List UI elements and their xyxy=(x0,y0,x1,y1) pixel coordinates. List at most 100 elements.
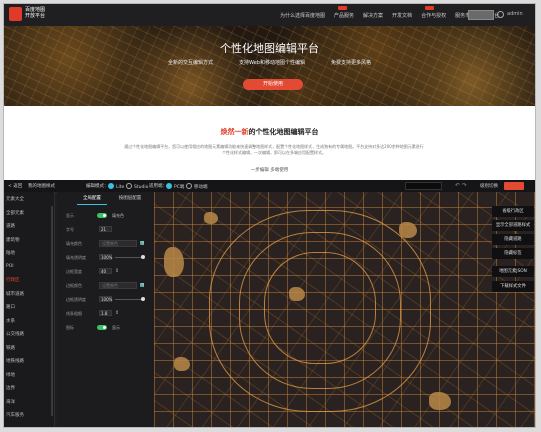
hero-city-texture xyxy=(4,26,535,106)
sidebar-item[interactable]: 道路 xyxy=(6,223,15,229)
nav-item-authorization[interactable]: 合作与授权 xyxy=(421,5,446,19)
screenshot-frame: 百度地图 开放平台 为什么选择百度地图 产品服务 解决方案 开发文档 合作与授权… xyxy=(3,3,536,428)
sidebar-item[interactable]: 地铁线路 xyxy=(6,358,24,364)
platform-mobile-label: 移动端 xyxy=(194,185,208,190)
logo-icon[interactable] xyxy=(9,7,22,21)
platform-label: 适用端： xyxy=(149,184,167,189)
intro-title-rest: 的个性化地图编辑平台 xyxy=(248,128,319,136)
map-menu-item[interactable]: 隐藏道路 xyxy=(492,234,534,245)
nav-menu: 为什么选择百度地图 产品服务 解决方案 开发文档 合作与授权 服务市场 控制台 xyxy=(280,4,499,26)
map-menu-item[interactable]: 隐藏标签 xyxy=(492,248,534,259)
element-sidebar: 元素大全全部元素道路建筑物陆地 POI 行政区城市道路路口水系公交线路铁路地铁线路绿… xyxy=(4,192,55,427)
stepper-icon[interactable]: ⇕ xyxy=(115,268,119,274)
json-button[interactable]: 地图元素JSON xyxy=(492,266,534,277)
map-editor: < 返回 我的地图样式 编辑模式： Lite Studio 适用端： PC端 移… xyxy=(4,180,535,427)
label-toggle-state: 显示 xyxy=(112,325,120,330)
fill-color-input[interactable]: 设置颜色 xyxy=(99,240,137,247)
intro-paragraph: 通过个性化地图编辑平台，您可以使用相应的地图元素编辑功能来快速调整地图样式，配置… xyxy=(124,144,424,155)
mode-studio-option[interactable]: Studio xyxy=(126,183,148,190)
search-input[interactable] xyxy=(468,10,494,20)
style-name: 我的地图样式 xyxy=(28,184,55,189)
label-toggle[interactable] xyxy=(97,325,107,330)
sidebar-item[interactable]: 行政区 xyxy=(6,277,20,283)
sidebar-item[interactable]: 海洋 xyxy=(6,399,15,405)
stroke-width-input[interactable]: 40 xyxy=(99,268,112,274)
map-style-menu: 省级行政区 显示全部道路样式 隐藏道路 隐藏标签 xyxy=(492,206,535,262)
sidebar-scrollbar[interactable] xyxy=(51,206,53,416)
sidebar-item[interactable]: 绿地 xyxy=(6,372,15,378)
map-canvas[interactable]: 省级行政区 显示全部道路样式 隐藏道路 隐藏标签 地图元素JSON 下载样式文件 xyxy=(154,192,535,427)
brand-line2: 开放平台 xyxy=(25,13,46,19)
stroke-opacity-slider[interactable] xyxy=(115,297,145,301)
sidebar-item[interactable]: 全部元素 xyxy=(6,210,24,216)
weight-input[interactable]: 1.8 xyxy=(99,310,112,316)
radio-icon xyxy=(186,183,192,189)
visible-toggle[interactable] xyxy=(97,213,107,218)
nav-item-solutions[interactable]: 解决方案 xyxy=(363,12,383,19)
back-button[interactable]: < 返回 xyxy=(8,183,22,189)
radio-icon xyxy=(126,183,132,189)
font-size-input[interactable]: 21 xyxy=(99,226,112,232)
stroke-opacity-input[interactable]: 100% xyxy=(99,296,112,302)
intro-section: 焕然一新的个性化地图编辑平台 通过个性化地图编辑平台，您可以使用相应的地图元素编… xyxy=(4,106,535,180)
color-picker-icon[interactable] xyxy=(140,283,144,287)
label-toggle-label: 图标 xyxy=(66,325,74,330)
user-name[interactable]: admin xyxy=(507,11,523,17)
sidebar-item[interactable]: 水系 xyxy=(6,318,15,324)
platform-pc-label: PC端 xyxy=(174,185,185,190)
opacity-slider[interactable] xyxy=(115,255,145,259)
color-picker-icon[interactable] xyxy=(140,241,144,245)
stroke-color-input[interactable]: 设置颜色 xyxy=(99,282,137,289)
sidebar-item[interactable]: 城市道路 xyxy=(6,291,24,297)
start-button[interactable]: 开始使用 xyxy=(243,79,303,90)
map-area xyxy=(399,222,417,238)
map-area xyxy=(429,392,451,410)
tab-element[interactable]: 按图层配置 xyxy=(112,194,148,204)
stepper-icon[interactable]: ⇕ xyxy=(115,310,119,316)
platform-pc-option[interactable]: PC端 xyxy=(166,183,184,190)
opacity-input[interactable]: 100% xyxy=(99,254,112,260)
radio-icon xyxy=(108,183,114,189)
stroke-color-label: 边框颜色 xyxy=(66,283,82,288)
sidebar-item[interactable]: 铁路 xyxy=(6,345,15,351)
editor-search-input[interactable] xyxy=(405,182,442,190)
map-area xyxy=(164,247,184,277)
nav-item-why[interactable]: 为什么选择百度地图 xyxy=(280,12,325,19)
sidebar-item[interactable]: POI xyxy=(6,264,14,269)
brand: 百度地图 开放平台 xyxy=(25,7,45,19)
nav-item-products[interactable]: 产品服务 xyxy=(334,5,354,19)
sidebar-header: 元素大全 xyxy=(6,197,24,202)
hero-feature-1: 全新的交互编辑方式 xyxy=(168,60,214,66)
mode-lite-option[interactable]: Lite xyxy=(108,183,124,190)
visible-label: 显示 xyxy=(66,213,74,218)
sidebar-item[interactable]: 建筑物 xyxy=(6,237,20,243)
mode-label: 编辑模式： xyxy=(86,184,109,189)
download-style-button[interactable]: 下载样式文件 xyxy=(492,281,534,292)
map-area xyxy=(174,357,190,371)
search-icon[interactable] xyxy=(497,11,504,18)
fill-label: 填充颜色 xyxy=(66,241,82,246)
stroke-opacity-label: 边框透明度 xyxy=(66,297,86,302)
zoom-select[interactable] xyxy=(504,182,524,190)
intro-links[interactable]: 一步编辑 多端使用 xyxy=(4,167,535,173)
sidebar-item[interactable]: 边界 xyxy=(6,385,15,391)
weight-label: 线条粗细 xyxy=(66,311,82,316)
hero-feature-2: 支持Web和移动地图个性编辑 xyxy=(239,60,305,66)
sidebar-item[interactable]: 路口 xyxy=(6,304,15,310)
tab-global[interactable]: 全局配置 xyxy=(77,194,107,205)
sidebar-item[interactable]: 公交线路 xyxy=(6,331,24,337)
map-menu-item[interactable]: 显示全部道路样式 xyxy=(492,220,534,231)
config-panel: 全局配置 按图层配置 显示 填充色 字号 21 填充颜色 设置颜色 填充透明度 … xyxy=(57,192,154,427)
undo-redo-icon[interactable]: ↶ ↷ xyxy=(455,182,467,189)
intro-title-highlight: 焕然一新 xyxy=(220,128,249,136)
sidebar-item[interactable]: 陆地 xyxy=(6,250,15,256)
radio-icon xyxy=(166,183,172,189)
ring-road xyxy=(209,210,431,412)
hero-feature-3: 免费支持更多风格 xyxy=(330,60,371,66)
intro-title: 焕然一新的个性化地图编辑平台 xyxy=(4,127,535,137)
platform-mobile-option[interactable]: 移动端 xyxy=(186,183,208,190)
sidebar-item[interactable]: 汽车服务 xyxy=(6,412,24,418)
nav-item-docs[interactable]: 开发文档 xyxy=(392,12,412,19)
map-area xyxy=(204,212,218,224)
map-menu-item[interactable]: 省级行政区 xyxy=(492,206,534,217)
